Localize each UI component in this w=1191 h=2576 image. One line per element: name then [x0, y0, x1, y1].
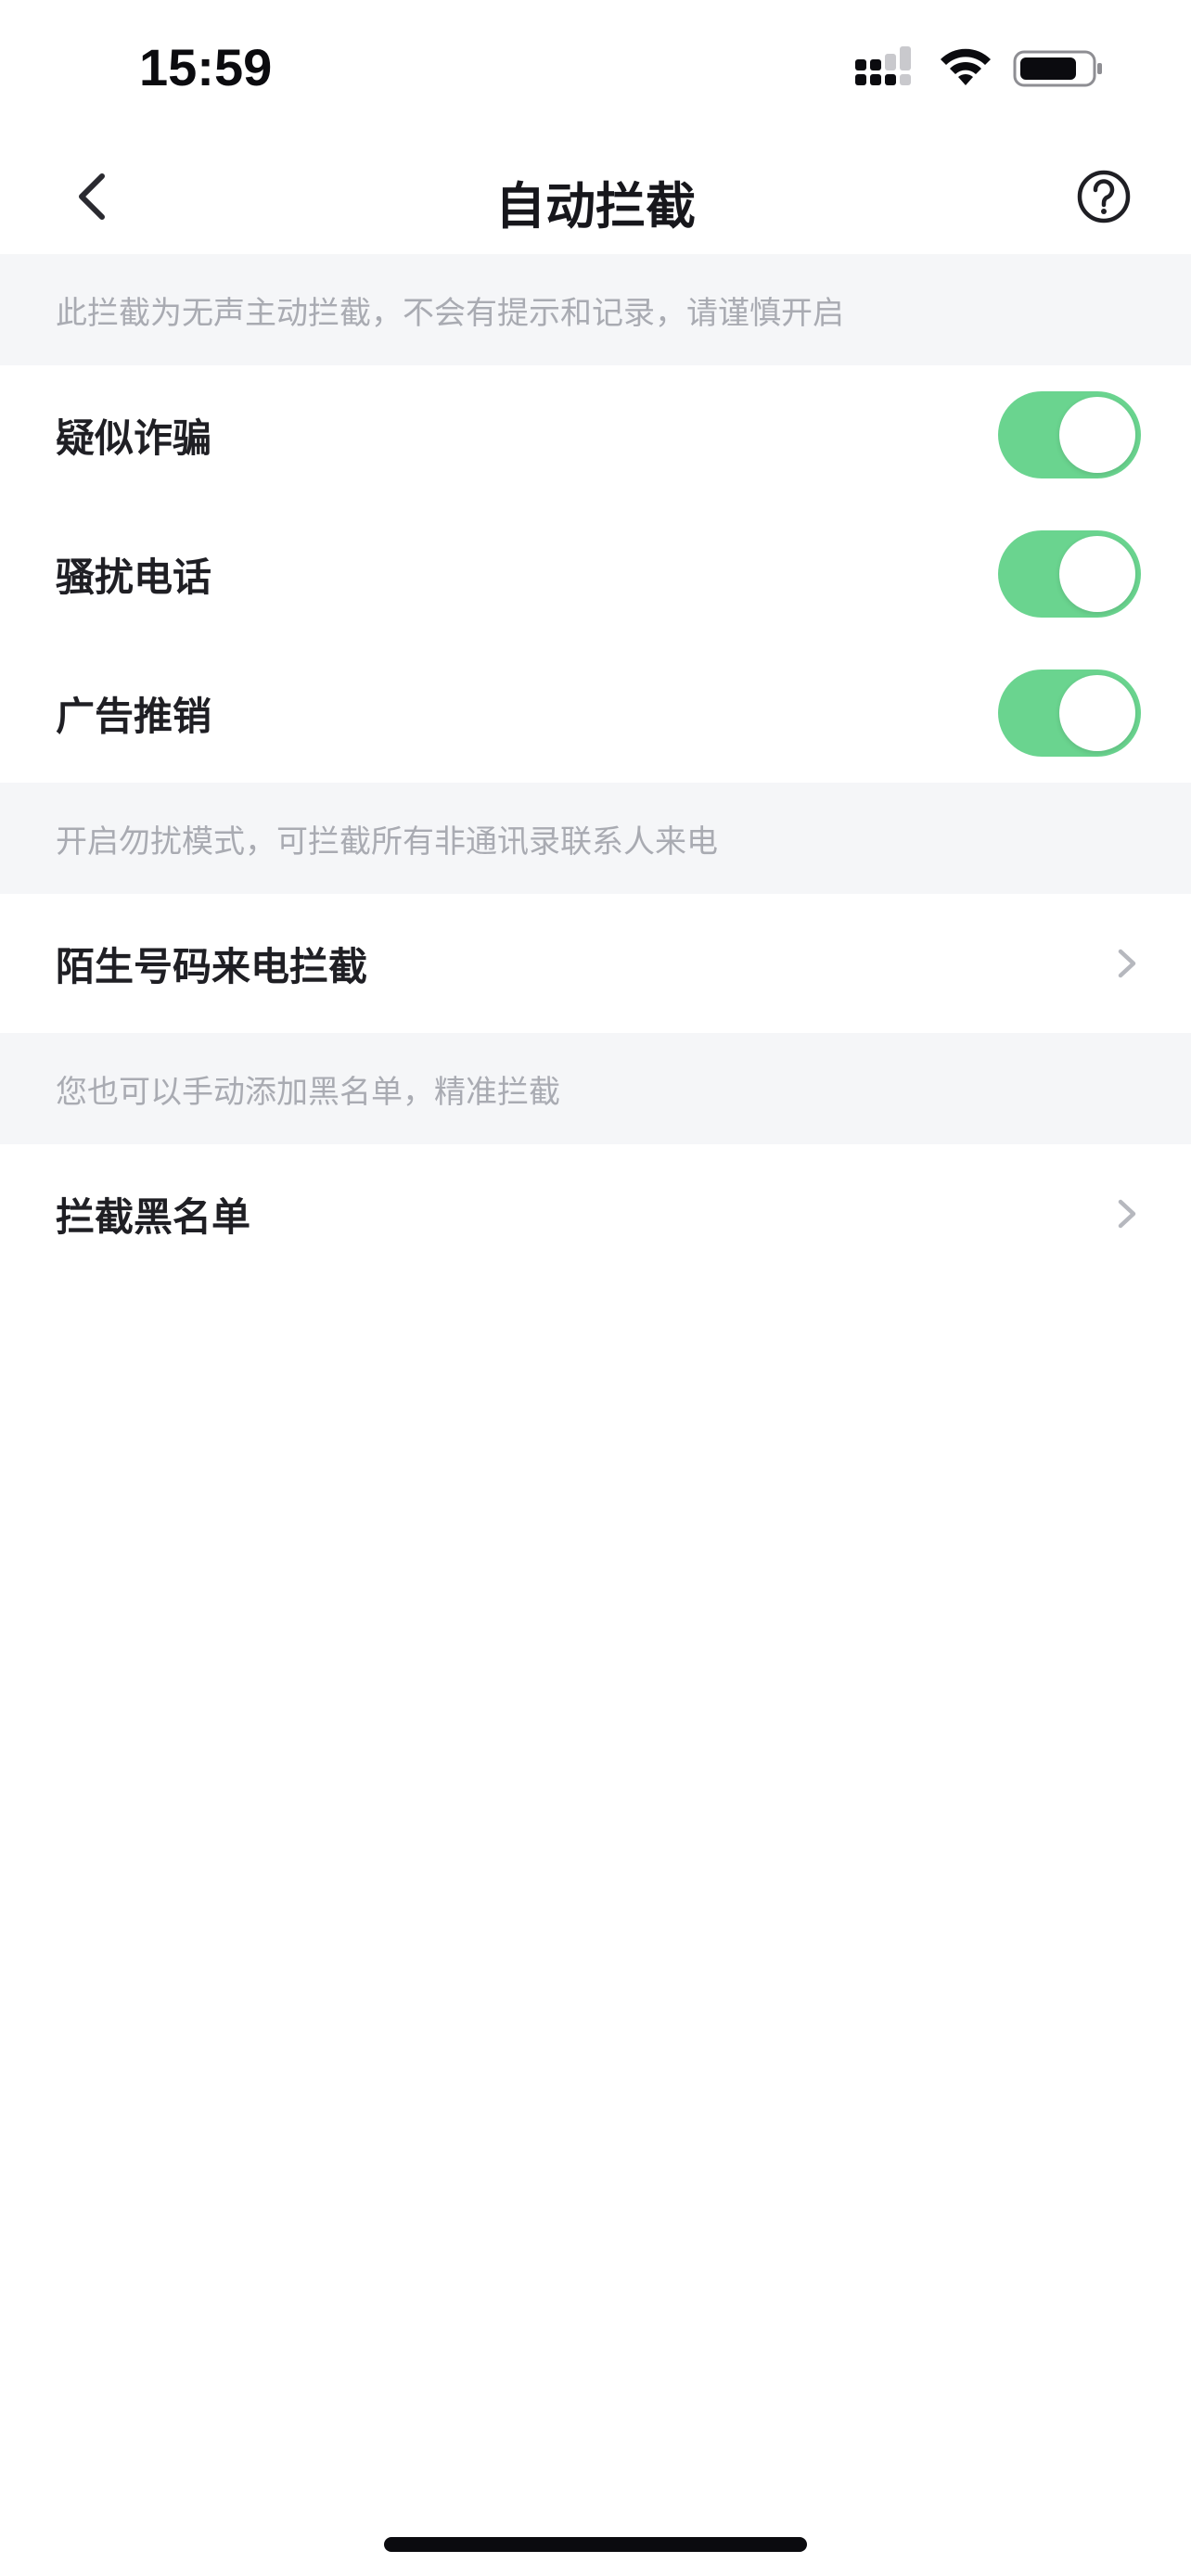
toggle-row-fraud: 疑似诈骗 [0, 365, 1191, 504]
stranger-call-block-row[interactable]: 陌生号码来电拦截 [0, 894, 1191, 1033]
wifi-icon [941, 48, 991, 85]
toggle-row-advertising: 广告推销 [0, 644, 1191, 783]
toggle-knob [1059, 397, 1135, 473]
dnd-note: 开启勿扰模式，可拦截所有非通讯录联系人来电 [0, 783, 1191, 894]
harassment-toggle[interactable] [998, 530, 1141, 618]
toggle-row-label: 广告推销 [56, 693, 212, 739]
battery-icon [1013, 50, 1102, 87]
advertising-toggle[interactable] [998, 670, 1141, 757]
blacklist-label: 拦截黑名单 [56, 1193, 251, 1240]
cellular-signal-icon [855, 46, 911, 85]
chevron-right-icon [1118, 1199, 1136, 1229]
toggle-row-label: 骚扰电话 [56, 554, 212, 600]
question-circle-icon [1077, 170, 1131, 223]
blacklist-note: 您也可以手动添加黑名单，精准拦截 [0, 1033, 1191, 1144]
blacklist-row[interactable]: 拦截黑名单 [0, 1144, 1191, 1283]
stranger-call-block-label: 陌生号码来电拦截 [56, 943, 368, 989]
chevron-right-icon [1118, 949, 1136, 978]
toggle-row-label: 疑似诈骗 [56, 414, 212, 461]
status-time: 15:59 [139, 38, 273, 96]
auto-block-screen: 15:59 自动拦截 此拦截为无声主动拦截，不会有提示和记录，请谨慎开启 疑似诈… [0, 0, 1191, 2576]
help-button[interactable] [1067, 159, 1141, 234]
auto-block-note: 此拦截为无声主动拦截，不会有提示和记录，请谨慎开启 [0, 254, 1191, 365]
toggle-knob [1059, 675, 1135, 751]
navigation-bar: 自动拦截 [0, 139, 1191, 254]
fraud-toggle[interactable] [998, 391, 1141, 478]
home-indicator[interactable] [384, 2537, 807, 2552]
status-bar: 15:59 [0, 0, 1191, 139]
toggle-row-harassment: 骚扰电话 [0, 504, 1191, 644]
page-title: 自动拦截 [495, 177, 696, 236]
toggle-knob [1059, 536, 1135, 612]
